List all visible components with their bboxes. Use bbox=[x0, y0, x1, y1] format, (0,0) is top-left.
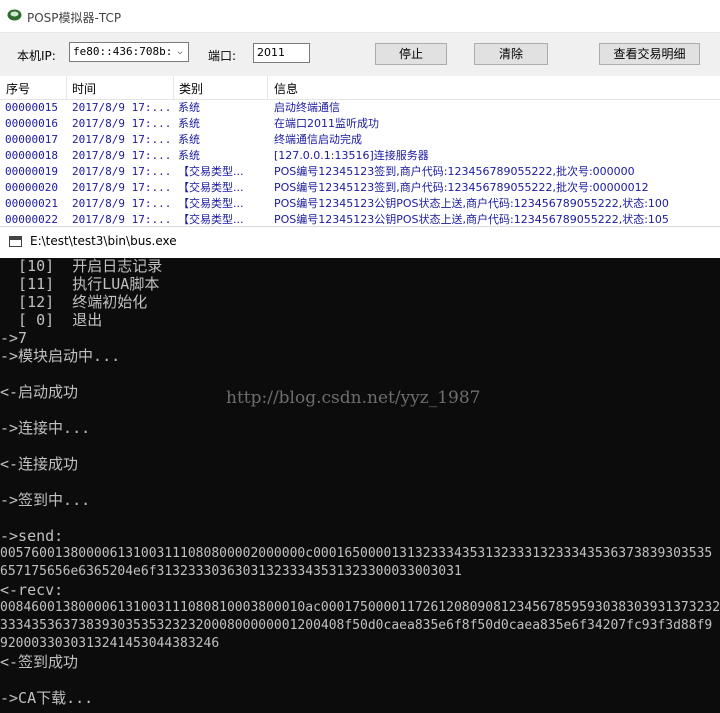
cell-category: 系统 bbox=[178, 133, 200, 146]
list-header: 序号 时间 类别 信息 bbox=[0, 76, 720, 100]
console-window: E:\test\test3\bin\bus.exe [10] 开启日志记录 [1… bbox=[0, 226, 720, 713]
cell-info: POS编号12345123签到,商户代码:123456789055222,批次号… bbox=[274, 165, 635, 178]
cell-info: POS编号12345123公钥POS状态上送,商户代码:123456789055… bbox=[274, 197, 669, 210]
ip-value: fe80::436:708b:8 bbox=[73, 45, 179, 58]
console-line: [12] 终端初始化 bbox=[0, 293, 148, 311]
chevron-down-icon[interactable]: ⌵ bbox=[172, 43, 188, 61]
watermark: http://blog.csdn.net/yyz_1987 bbox=[226, 388, 481, 408]
table-row[interactable]: 00000016 2017/8/9 17:... 系统 在端口2011监听成功 bbox=[0, 116, 720, 132]
cell-seq: 00000018 bbox=[5, 149, 58, 162]
console-title: E:\test\test3\bin\bus.exe bbox=[30, 234, 177, 248]
cell-info: POS编号12345123签到,商户代码:123456789055222,批次号… bbox=[274, 181, 649, 194]
cell-category: 系统 bbox=[178, 117, 200, 130]
cell-time: 2017/8/9 17:... bbox=[72, 165, 172, 178]
console-output[interactable]: [10] 开启日志记录 [11] 执行LUA脚本 [12] 终端初始化 [ 0]… bbox=[0, 257, 720, 713]
cell-time: 2017/8/9 17:... bbox=[72, 213, 172, 226]
cell-info: 启动终端通信 bbox=[274, 101, 340, 114]
table-row[interactable]: 00000015 2017/8/9 17:... 系统 启动终端通信 bbox=[0, 100, 720, 116]
table-row[interactable]: 00000022 2017/8/9 17:... 【交易类型... POS编号1234… bbox=[0, 212, 720, 226]
console-line: ->连接中... bbox=[0, 419, 91, 437]
posp-simulator-window: POSP模拟器-TCP 本机IP: fe80::436:708b:8 ⌵ 端口:… bbox=[0, 0, 720, 226]
console-icon bbox=[9, 236, 22, 247]
cell-seq: 00000021 bbox=[5, 197, 58, 210]
cell-time: 2017/8/9 17:... bbox=[72, 149, 172, 162]
console-line: 008460013800006131003111080810003800010a… bbox=[0, 600, 720, 615]
table-row[interactable]: 00000017 2017/8/9 17:... 系统 终端通信启动完成 bbox=[0, 132, 720, 148]
console-line: ->CA下载... bbox=[0, 689, 94, 707]
stop-button[interactable]: 停止 bbox=[375, 43, 447, 65]
cell-category: 系统 bbox=[178, 101, 200, 114]
port-label: 端口: bbox=[208, 49, 237, 63]
table-row[interactable]: 00000019 2017/8/9 17:... 【交易类型... POS编号1234… bbox=[0, 164, 720, 180]
view-details-button[interactable]: 查看交易明细 bbox=[599, 43, 700, 65]
cell-seq: 00000020 bbox=[5, 181, 58, 194]
column-header-seq[interactable]: 序号 bbox=[6, 80, 30, 97]
cell-time: 2017/8/9 17:... bbox=[72, 101, 172, 114]
cell-seq: 00000016 bbox=[5, 117, 58, 130]
port-input[interactable]: 2011 bbox=[253, 43, 310, 63]
column-divider bbox=[267, 76, 268, 99]
ip-select[interactable]: fe80::436:708b:8 ⌵ bbox=[69, 42, 189, 62]
cell-time: 2017/8/9 17:... bbox=[72, 117, 172, 130]
console-line: [11] 执行LUA脚本 bbox=[0, 275, 160, 293]
console-line: ->send: bbox=[0, 527, 64, 545]
cell-time: 2017/8/9 17:... bbox=[72, 181, 172, 194]
console-line: 3334353637383930353532323200080000000120… bbox=[0, 618, 713, 633]
column-header-time[interactable]: 时间 bbox=[72, 80, 96, 97]
cell-info: POS编号12345123公钥POS状态上送,商户代码:123456789055… bbox=[274, 213, 669, 226]
posp-title-bar: POSP模拟器-TCP bbox=[0, 0, 720, 33]
column-divider bbox=[66, 76, 67, 99]
clear-button[interactable]: 清除 bbox=[474, 43, 548, 65]
column-header-info[interactable]: 信息 bbox=[274, 80, 298, 97]
cell-info: [127.0.0.1:13516]连接服务器 bbox=[274, 149, 429, 162]
console-line: [10] 开启日志记录 bbox=[0, 257, 163, 275]
console-line: ->签到中... bbox=[0, 491, 91, 509]
cell-category: 【交易类型... bbox=[178, 165, 244, 178]
cell-category: 【交易类型... bbox=[178, 213, 244, 226]
cell-category: 【交易类型... bbox=[178, 181, 244, 194]
ip-label: 本机IP: bbox=[17, 49, 56, 63]
console-line: 005760013800006131003111080800002000000c… bbox=[0, 546, 713, 561]
cell-seq: 00000019 bbox=[5, 165, 58, 178]
cell-seq: 00000015 bbox=[5, 101, 58, 114]
cell-time: 2017/8/9 17:... bbox=[72, 197, 172, 210]
console-line: <-连接成功 bbox=[0, 455, 79, 473]
cell-info: 终端通信启动完成 bbox=[274, 133, 362, 146]
event-list[interactable]: 序号 时间 类别 信息 00000015 2017/8/9 17:... 系统 启动终… bbox=[0, 76, 720, 226]
cell-category: 【交易类型... bbox=[178, 197, 244, 210]
console-line: <-recv: bbox=[0, 581, 64, 599]
console-line: ->模块启动中... bbox=[0, 347, 121, 365]
console-line: 657175656e6365204e6f31323330363031323334… bbox=[0, 564, 462, 579]
console-line: [ 0] 退出 bbox=[0, 311, 103, 329]
table-row[interactable]: 00000018 2017/8/9 17:... 系统 [127.0.0.1:1351… bbox=[0, 148, 720, 164]
cell-seq: 00000017 bbox=[5, 133, 58, 146]
cell-time: 2017/8/9 17:... bbox=[72, 133, 172, 146]
cell-seq: 00000022 bbox=[5, 213, 58, 226]
window-title: POSP模拟器-TCP bbox=[27, 11, 122, 25]
column-header-category[interactable]: 类别 bbox=[179, 80, 203, 97]
cell-category: 系统 bbox=[178, 149, 200, 162]
console-line: 9200033030313241453044383246 bbox=[0, 636, 220, 651]
table-row[interactable]: 00000020 2017/8/9 17:... 【交易类型... POS编号1234… bbox=[0, 180, 720, 196]
console-line: ->7 bbox=[0, 329, 28, 347]
app-icon bbox=[7, 9, 22, 21]
column-divider bbox=[173, 76, 174, 99]
cell-info: 在端口2011监听成功 bbox=[274, 117, 379, 130]
table-row[interactable]: 00000021 2017/8/9 17:... 【交易类型... POS编号1234… bbox=[0, 196, 720, 212]
console-line: <-签到成功 bbox=[0, 653, 79, 671]
console-title-bar: E:\test\test3\bin\bus.exe bbox=[0, 226, 720, 258]
